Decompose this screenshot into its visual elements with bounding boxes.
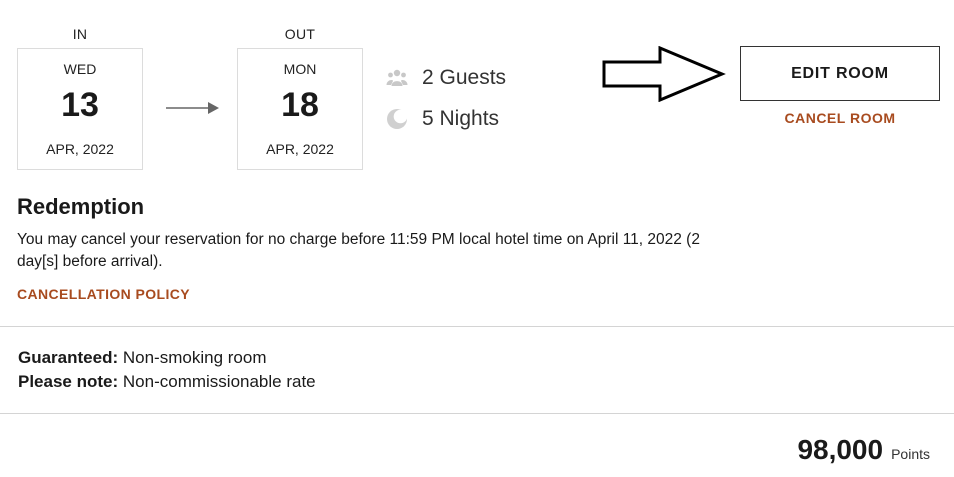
please-note-value: Non-commissionable rate [122, 372, 316, 391]
guests-count: 2 Guests [386, 66, 506, 90]
check-in-month-year: APR, 2022 [46, 141, 114, 157]
check-out-day: 18 [281, 86, 319, 124]
check-in-heading: IN [72, 26, 88, 42]
check-out-date: OUT MON 18 APR, 2022 [237, 24, 363, 170]
redemption-title: Redemption [17, 194, 145, 219]
please-note-label: Please note: [18, 372, 119, 391]
points-unit: Points [891, 446, 930, 462]
arrow-right-icon [166, 102, 219, 114]
points-value: 98,000 [797, 434, 884, 465]
cancel-room-link[interactable]: CANCEL ROOM [740, 110, 940, 126]
guests-icon [386, 69, 408, 86]
guaranteed-note: Guaranteed: Non-smoking room [18, 348, 266, 368]
nights-count: 5 Nights [386, 107, 499, 131]
check-out-weekday: MON [283, 61, 317, 77]
check-in-date: IN WED 13 APR, 2022 [17, 24, 143, 170]
check-out-card: MON 18 APR, 2022 [237, 48, 363, 170]
callout-arrow-icon [602, 46, 726, 102]
nights-label: 5 Nights [422, 107, 500, 130]
guaranteed-label: Guaranteed: [18, 348, 119, 367]
guests-label: 2 Guests [422, 66, 507, 89]
check-in-day: 13 [61, 86, 99, 124]
cancellation-policy-link[interactable]: CANCELLATION POLICY [17, 286, 190, 302]
check-in-card: WED 13 APR, 2022 [17, 48, 143, 170]
check-in-weekday: WED [63, 61, 97, 77]
points-total: 98,000 Points [797, 434, 930, 466]
reservation-summary: IN WED 13 APR, 2022 OUT MON 18 APR, 2022… [0, 0, 954, 477]
check-out-month-year: APR, 2022 [266, 141, 334, 157]
guaranteed-value: Non-smoking room [122, 348, 267, 367]
check-out-heading: OUT [284, 26, 316, 42]
divider [0, 326, 954, 327]
please-note: Please note: Non-commissionable rate [18, 372, 316, 392]
edit-room-button[interactable]: EDIT ROOM [740, 46, 940, 101]
cancellation-policy-text: You may cancel your reservation for no c… [17, 231, 700, 270]
divider [0, 413, 954, 414]
moon-icon [387, 109, 408, 129]
